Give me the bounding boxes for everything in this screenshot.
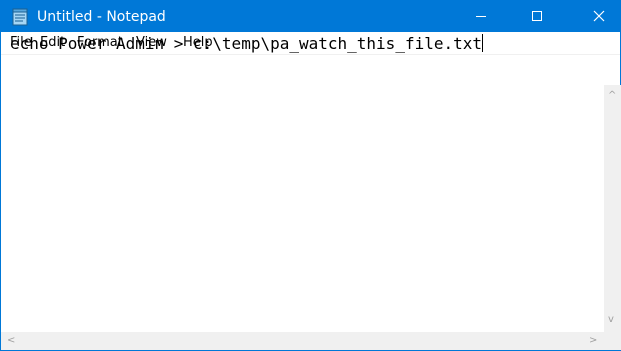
horizontal-scrollbar[interactable]: < > — [1, 332, 604, 350]
scroll-right-arrow-icon[interactable]: > — [589, 336, 597, 346]
notepad-window: Untitled - Notepad File Edit Format View… — [0, 0, 621, 351]
scrollbar-corner — [604, 332, 621, 350]
minimize-icon — [475, 7, 487, 26]
maximize-button[interactable] — [514, 1, 560, 32]
scroll-down-arrow-icon[interactable]: v — [608, 315, 614, 325]
minimize-button[interactable] — [458, 1, 504, 32]
title-bar[interactable]: Untitled - Notepad — [1, 1, 620, 32]
editor-content: echo Power Admin > c:\temp\pa_watch_this… — [10, 34, 483, 53]
maximize-icon — [531, 7, 543, 26]
scroll-up-arrow-icon[interactable]: ^ — [608, 91, 616, 101]
close-icon — [593, 7, 605, 26]
window-title: Untitled - Notepad — [37, 9, 166, 25]
text-editor-area[interactable] — [1, 55, 604, 332]
vertical-scrollbar[interactable]: ^ v — [604, 85, 621, 332]
text-caret — [482, 34, 484, 52]
scroll-left-arrow-icon[interactable]: < — [7, 336, 15, 346]
notepad-icon — [12, 8, 28, 26]
editor-line[interactable]: echo Power Admin > c:\temp\pa_watch_this… — [10, 34, 484, 54]
close-button[interactable] — [576, 1, 621, 32]
